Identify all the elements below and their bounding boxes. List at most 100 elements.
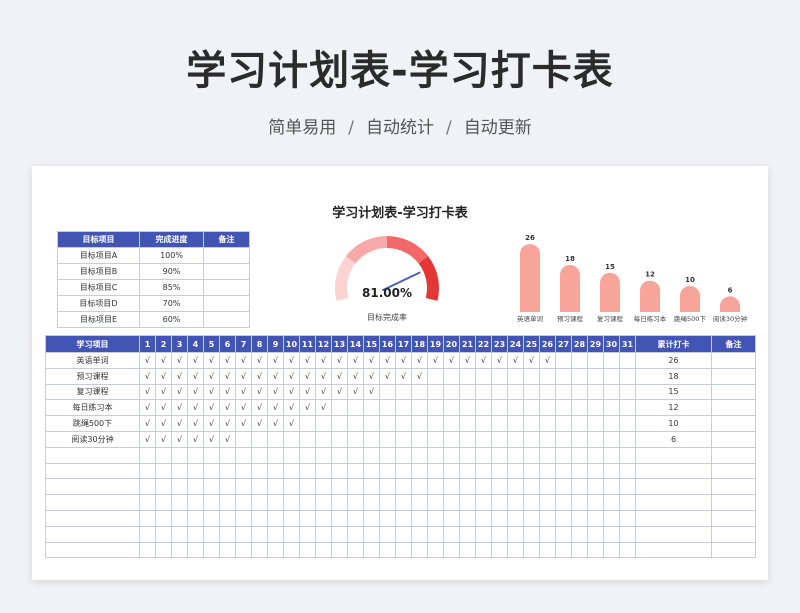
checkin-day-cell: √ [203, 383, 220, 401]
checkin-empty-cell [507, 462, 524, 480]
goal-name: 目标项目E [57, 311, 140, 328]
checkin-empty-cell [347, 541, 364, 559]
checkin-day-cell: √ [251, 367, 268, 385]
checkin-day-cell: √ [363, 383, 380, 401]
gauge-label: 目标完成率 [367, 313, 407, 322]
checkin-empty-cell [45, 525, 140, 543]
checkin-day-cell: √ [283, 415, 300, 432]
checkin-empty-cell [539, 446, 556, 464]
checkin-day-cell [443, 399, 460, 417]
checkin-header-day: 12 [315, 335, 332, 353]
checkin-empty-cell [555, 525, 572, 543]
checkin-day-cell [571, 415, 588, 432]
goal-name: 目标项目A [57, 247, 140, 264]
checkin-day-cell [555, 399, 572, 417]
checkin-empty-cell [427, 509, 444, 527]
checkin-day-cell: √ [219, 399, 236, 417]
checkin-empty-cell [187, 462, 204, 480]
checkin-day-cell: √ [315, 367, 332, 385]
goal-note [203, 295, 250, 312]
checkin-day-cell: √ [155, 415, 172, 432]
checkin-empty-cell [299, 525, 316, 543]
goal-row: 目标项目B 90% [57, 263, 250, 280]
checkin-empty-cell [555, 478, 572, 496]
checkin-empty-cell [347, 509, 364, 527]
checkin-empty-cell [219, 446, 236, 464]
checkin-empty-cell [539, 462, 556, 480]
checkin-bar-chart: 26 英语单词 18 预习课程 15 复习课程 12 每日练习本 10 跳绳500下 6 阅读30分钟 [517, 234, 748, 323]
checkin-day-cell [411, 430, 428, 448]
checkin-day-cell: √ [251, 415, 268, 432]
checkin-day-cell [603, 383, 620, 401]
checkin-empty-cell [507, 541, 524, 559]
chart-category-label: 每日练习本 [634, 314, 667, 323]
checkin-empty-cell [379, 509, 396, 527]
checkin-empty-cell [379, 446, 396, 464]
checkin-day-cell [475, 399, 492, 417]
checkin-empty-cell [711, 541, 756, 559]
checkin-empty-cell [427, 494, 444, 511]
checkin-row: 阅读30分钟 √ √ √ √ √ √ 6 [45, 430, 756, 448]
checkin-note [711, 399, 756, 417]
checkin-day-cell: √ [171, 399, 188, 417]
checkin-empty-cell [379, 525, 396, 543]
checkin-empty-cell [539, 494, 556, 511]
checkin-day-cell: √ [187, 399, 204, 417]
checkin-empty-cell [235, 446, 252, 464]
checkin-day-cell [443, 383, 460, 401]
checkin-day-cell: √ [219, 415, 236, 432]
checkin-empty-cell [587, 525, 604, 543]
checkin-day-cell: √ [219, 352, 236, 369]
checkin-empty-cell [635, 509, 712, 527]
checkin-empty-cell [139, 478, 156, 496]
checkin-day-cell [347, 399, 364, 417]
checkin-day-cell [379, 415, 396, 432]
checkin-day-cell [379, 399, 396, 417]
checkin-empty-cell [635, 462, 712, 480]
checkin-day-cell: √ [235, 367, 252, 385]
goal-note [203, 311, 250, 328]
checkin-empty-cell [603, 525, 620, 543]
checkin-empty-cell [235, 494, 252, 511]
checkin-empty-cell [219, 525, 236, 543]
checkin-day-cell [587, 383, 604, 401]
checkin-empty-cell [635, 478, 712, 496]
tag-separator: / [348, 118, 354, 138]
checkin-empty-cell [491, 478, 508, 496]
checkin-day-cell [603, 430, 620, 448]
checkin-day-cell [459, 383, 476, 401]
checkin-empty-cell [283, 509, 300, 527]
chart-bar [640, 280, 660, 312]
checkin-empty-cell [267, 446, 284, 464]
checkin-day-cell [475, 415, 492, 432]
checkin-day-cell: √ [235, 399, 252, 417]
checkin-empty-cell [571, 525, 588, 543]
checkin-day-cell [587, 430, 604, 448]
checkin-day-cell [331, 415, 348, 432]
checkin-day-cell [395, 430, 412, 448]
checkin-empty-cell [475, 462, 492, 480]
checkin-empty-cell [203, 478, 220, 496]
checkin-empty-cell [267, 494, 284, 511]
checkin-empty-cell [315, 525, 332, 543]
checkin-header-day: 29 [587, 335, 604, 353]
checkin-day-cell: √ [395, 367, 412, 385]
checkin-empty-cell [299, 462, 316, 480]
checkin-empty-cell [635, 494, 712, 511]
checkin-day-cell [475, 367, 492, 385]
checkin-empty-cell [203, 494, 220, 511]
goal-header-note: 备注 [203, 231, 250, 248]
checkin-empty-cell [411, 446, 428, 464]
goal-header-name: 目标项目 [57, 231, 140, 248]
checkin-empty-cell [491, 509, 508, 527]
checkin-note [711, 415, 756, 432]
goal-progress: 100% [139, 247, 204, 264]
checkin-empty-cell [155, 525, 172, 543]
checkin-empty-cell [395, 462, 412, 480]
checkin-empty-cell [235, 509, 252, 527]
checkin-day-cell: √ [139, 383, 156, 401]
checkin-empty-cell [251, 478, 268, 496]
goal-progress: 90% [139, 263, 204, 280]
checkin-empty-cell [283, 541, 300, 559]
checkin-header-day: 22 [475, 335, 492, 353]
